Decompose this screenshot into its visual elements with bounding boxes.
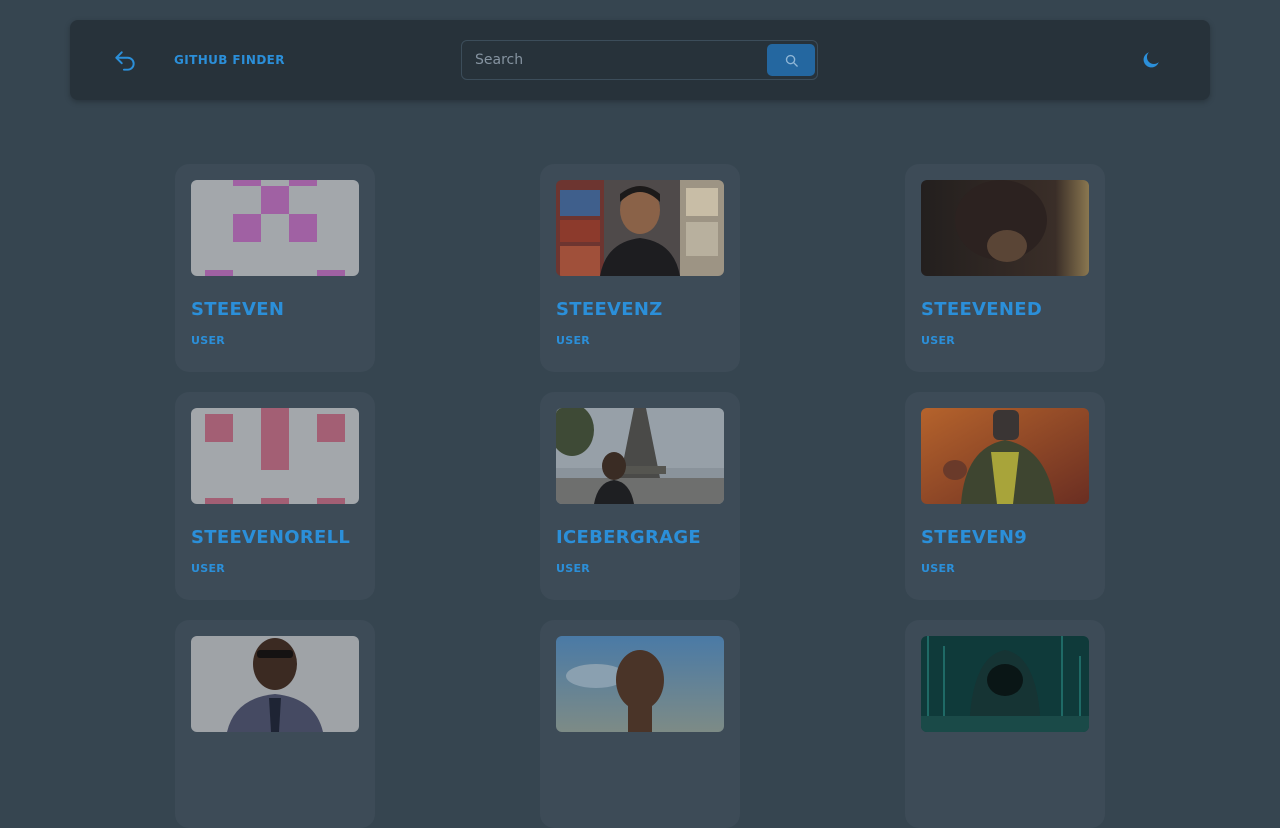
search-bar [461,40,818,80]
avatar [191,180,359,276]
avatar [191,636,359,732]
user-card[interactable]: STEEVEN9 USER [905,392,1105,600]
avatar [921,408,1089,504]
user-type: USER [921,562,956,575]
search-icon [785,54,798,67]
user-login[interactable]: STEEVENORELL [191,527,350,548]
user-login[interactable]: STEEVENED [921,299,1042,320]
avatar [556,408,724,504]
user-card[interactable]: STEEVEN USER [175,164,375,372]
user-type: USER [556,562,591,575]
navbar: GITHUB FINDER [70,20,1210,100]
user-type: USER [556,334,591,347]
user-card[interactable]: STEEVENZ USER [540,164,740,372]
user-card[interactable]: STEEVENED USER [905,164,1105,372]
user-login[interactable]: STEEVEN [191,299,284,320]
back-button[interactable] [112,48,138,74]
avatar [921,180,1089,276]
moon-icon [1143,52,1159,68]
user-type: USER [921,334,956,347]
user-card[interactable] [540,620,740,828]
user-login[interactable]: ICEBERGRAGE [556,527,701,548]
theme-toggle-button[interactable] [1139,48,1163,72]
avatar [191,408,359,504]
avatar [556,636,724,732]
avatar [556,180,724,276]
undo-arrow-icon [115,51,135,71]
user-type: USER [191,334,226,347]
search-input[interactable] [462,41,762,79]
user-type: USER [191,562,226,575]
avatar [921,636,1089,732]
user-login[interactable]: STEEVENZ [556,299,663,320]
search-button[interactable] [767,44,815,76]
user-card[interactable]: STEEVENORELL USER [175,392,375,600]
user-card[interactable]: ICEBERGRAGE USER [540,392,740,600]
user-login[interactable]: STEEVEN9 [921,527,1027,548]
user-card[interactable] [905,620,1105,828]
user-card[interactable] [175,620,375,828]
app-title[interactable]: GITHUB FINDER [174,53,285,67]
